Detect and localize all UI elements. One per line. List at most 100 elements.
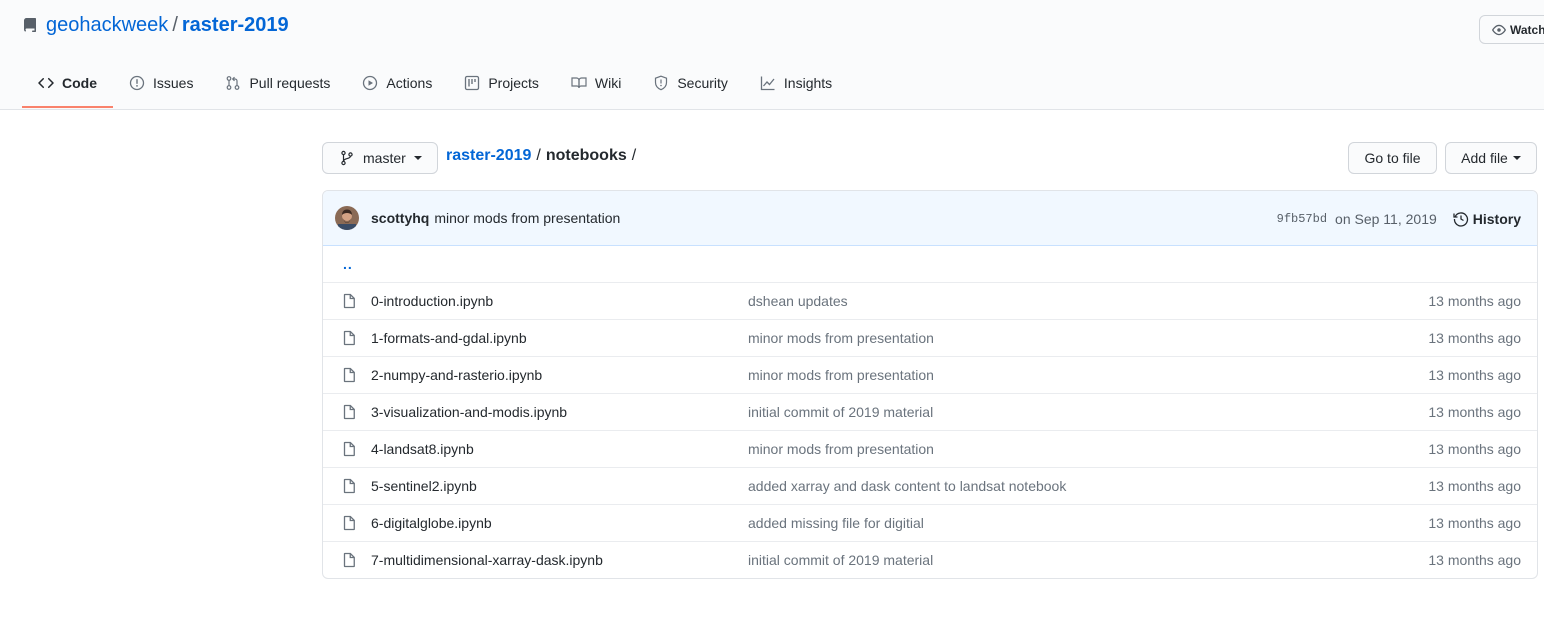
history-label: History — [1472, 210, 1521, 227]
file-commit-message-link[interactable]: dshean updates — [748, 293, 848, 309]
parent-directory-row[interactable]: .. — [323, 246, 1537, 283]
tab-security[interactable]: Security — [637, 60, 744, 108]
table-row[interactable]: 1-formats-and-gdal.ipynb minor mods from … — [323, 320, 1537, 357]
shield-icon — [653, 75, 677, 91]
avatar[interactable] — [335, 206, 359, 230]
tab-pull-requests[interactable]: Pull requests — [209, 60, 346, 108]
file-icon — [341, 367, 357, 383]
tab-projects[interactable]: Projects — [448, 60, 555, 108]
add-file-button[interactable]: Add file — [1445, 142, 1537, 174]
git-branch-icon — [339, 150, 355, 166]
repo-header: geohackweek / raster-2019 Watch Code Iss… — [0, 0, 1544, 110]
breadcrumb: raster-2019 / notebooks / — [446, 147, 641, 165]
tab-label: Insights — [783, 75, 833, 91]
chevron-down-icon — [1512, 156, 1521, 160]
breadcrumb-trailing-separator: / — [631, 147, 637, 164]
file-icon — [341, 478, 357, 494]
history-icon — [1453, 211, 1468, 227]
project-icon — [464, 75, 488, 91]
file-name-link[interactable]: 0-introduction.ipynb — [371, 293, 493, 309]
file-icon — [341, 293, 357, 309]
file-name-link[interactable]: 1-formats-and-gdal.ipynb — [371, 330, 527, 346]
file-commit-age: 13 months ago — [1428, 478, 1521, 494]
issue-icon — [129, 75, 153, 91]
tab-code[interactable]: Code — [22, 60, 113, 108]
commit-date: on Sep 11, 2019 — [1335, 210, 1437, 227]
file-name-link[interactable]: 7-multidimensional-xarray-dask.ipynb — [371, 552, 603, 568]
file-commit-message-link[interactable]: initial commit of 2019 material — [748, 552, 933, 568]
file-name-link[interactable]: 6-digitalglobe.ipynb — [371, 515, 492, 531]
history-link[interactable]: History — [1453, 211, 1521, 227]
tab-label: Security — [677, 75, 728, 91]
file-icon — [341, 552, 357, 568]
book-icon — [571, 75, 595, 91]
eye-icon — [1492, 24, 1506, 35]
file-commit-age: 13 months ago — [1428, 404, 1521, 420]
branch-select-button[interactable]: master — [322, 142, 438, 174]
table-row[interactable]: 3-visualization-and-modis.ipynb initial c… — [323, 394, 1537, 431]
commit-author-link[interactable]: scottyhq — [371, 210, 429, 226]
file-navigation: master raster-2019 / notebooks / Go to f… — [322, 142, 1538, 174]
file-commit-age: 13 months ago — [1428, 367, 1521, 383]
file-icon — [341, 404, 357, 420]
watch-label: Watch — [1510, 22, 1544, 37]
file-icon — [341, 515, 357, 531]
file-name-link[interactable]: 2-numpy-and-rasterio.ipynb — [371, 367, 542, 383]
file-commit-age: 13 months ago — [1428, 330, 1521, 346]
code-icon — [38, 75, 62, 91]
watch-button[interactable]: Watch — [1479, 15, 1544, 44]
file-name-link[interactable]: 5-sentinel2.ipynb — [371, 478, 477, 494]
file-name-link[interactable]: 3-visualization-and-modis.ipynb — [371, 404, 567, 420]
repo-owner-link[interactable]: geohackweek — [46, 14, 168, 37]
file-commit-age: 13 months ago — [1428, 441, 1521, 457]
tab-insights[interactable]: Insights — [744, 60, 848, 108]
commit-sha-link[interactable]: 9fb57bd — [1277, 212, 1327, 226]
chevron-down-icon — [413, 156, 422, 160]
table-row[interactable]: 6-digitalglobe.ipynb added missing file f… — [323, 505, 1537, 542]
branch-name: master — [363, 150, 406, 166]
breadcrumb-repo-link[interactable]: raster-2019 — [446, 147, 531, 165]
go-to-file-button[interactable]: Go to file — [1348, 142, 1437, 174]
tab-issues[interactable]: Issues — [113, 60, 209, 108]
tab-actions[interactable]: Actions — [346, 60, 448, 108]
table-row[interactable]: 7-multidimensional-xarray-dask.ipynb init… — [323, 542, 1537, 578]
tab-label: Actions — [386, 75, 433, 91]
parent-directory-link[interactable]: .. — [343, 256, 353, 272]
file-commit-message-link[interactable]: added missing file for digitial — [748, 515, 924, 531]
repo-icon — [22, 17, 38, 34]
add-file-label: Add file — [1461, 150, 1508, 166]
tab-wiki[interactable]: Wiki — [555, 60, 637, 108]
file-commit-age: 13 months ago — [1428, 293, 1521, 309]
file-commit-message-link[interactable]: initial commit of 2019 material — [748, 404, 933, 420]
pull-request-icon — [225, 75, 249, 91]
file-listing: scottyhq minor mods from presentation 9f… — [322, 190, 1538, 579]
file-commit-age: 13 months ago — [1428, 515, 1521, 531]
table-row[interactable]: 0-introduction.ipynb dshean updates 13 mon… — [323, 283, 1537, 320]
file-icon — [341, 441, 357, 457]
file-commit-message-link[interactable]: minor mods from presentation — [748, 330, 934, 346]
file-commit-age: 13 months ago — [1428, 552, 1521, 568]
file-icon — [341, 330, 357, 346]
tab-label: Wiki — [594, 75, 622, 91]
tab-label: Projects — [488, 75, 539, 91]
tab-label: Code — [62, 75, 97, 91]
breadcrumb-separator: / — [536, 147, 541, 164]
commit-meta: 9fb57bd on Sep 11, 2019 History — [1277, 191, 1521, 246]
file-name-link[interactable]: 4-landsat8.ipynb — [371, 441, 474, 457]
table-row[interactable]: 5-sentinel2.ipynb added xarray and dask c… — [323, 468, 1537, 505]
commit-message-link[interactable]: minor mods from presentation — [434, 210, 620, 226]
play-icon — [362, 75, 386, 91]
file-commit-message-link[interactable]: minor mods from presentation — [748, 367, 934, 383]
latest-commit-bar: scottyhq minor mods from presentation 9f… — [323, 191, 1537, 246]
repo-title-separator: / — [172, 14, 178, 36]
file-rows: 0-introduction.ipynb dshean updates 13 mon… — [323, 283, 1537, 578]
tab-label: Issues — [153, 75, 194, 91]
breadcrumb-current-dir: notebooks — [545, 147, 627, 164]
table-row[interactable]: 2-numpy-and-rasterio.ipynb minor mods fro… — [323, 357, 1537, 394]
file-commit-message-link[interactable]: added xarray and dask content to landsat… — [748, 478, 1066, 494]
file-commit-message-link[interactable]: minor mods from presentation — [748, 441, 934, 457]
graph-icon — [760, 75, 784, 91]
repo-name-link[interactable]: raster-2019 — [182, 14, 289, 37]
go-to-file-label: Go to file — [1364, 150, 1421, 166]
table-row[interactable]: 4-landsat8.ipynb minor mods from presenta… — [323, 431, 1537, 468]
